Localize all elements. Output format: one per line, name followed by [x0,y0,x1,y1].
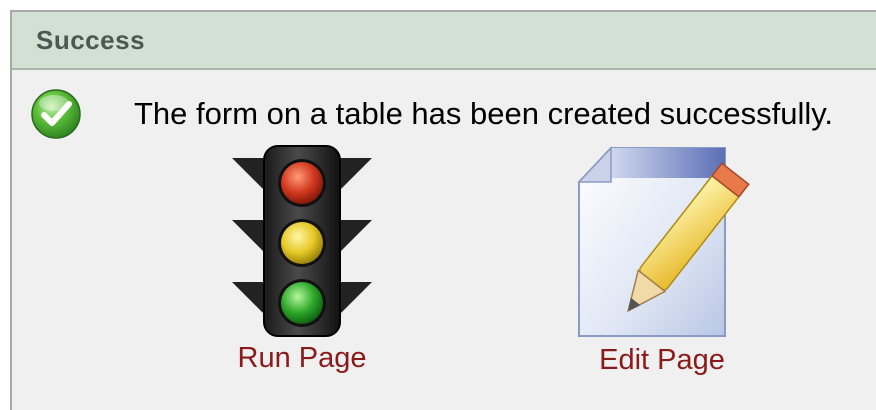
edit-page-label[interactable]: Edit Page [599,344,725,377]
region-title: Success [36,24,146,55]
check-circle-icon [31,89,81,139]
traffic-light-icon [232,145,372,337]
page-pencil-icon [577,146,750,337]
run-page-button[interactable]: Run Page [212,138,392,375]
success-region: Success The form on a table has been cre… [10,10,876,410]
success-message: The form on a table has been created suc… [134,96,834,131]
region-header: Success [12,12,876,70]
run-page-label[interactable]: Run Page [238,342,367,375]
edit-page-button[interactable]: Edit Page [562,140,762,377]
